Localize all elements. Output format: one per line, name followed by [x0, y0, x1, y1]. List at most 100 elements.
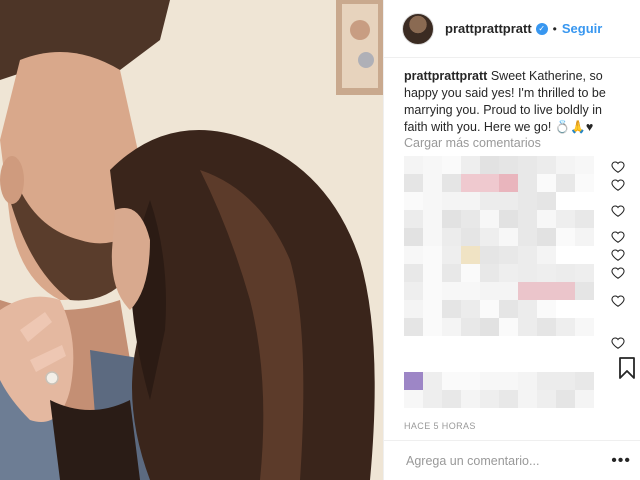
- blur-cell: [442, 228, 461, 246]
- username-link[interactable]: prattprattpratt: [445, 21, 532, 36]
- blur-cell: [537, 210, 556, 228]
- blur-cell: [461, 354, 480, 372]
- blur-cell: [480, 390, 499, 408]
- heart-outline-icon[interactable]: [611, 294, 625, 308]
- blur-cell: [556, 264, 575, 282]
- blur-cell: [499, 192, 518, 210]
- blur-cell: [461, 156, 480, 174]
- heart-outline-icon[interactable]: [611, 248, 625, 262]
- post-header: prattprattpratt ✓ • Seguir: [384, 0, 640, 58]
- blur-cell: [556, 336, 575, 354]
- blur-cell: [575, 300, 594, 318]
- blur-cell: [537, 318, 556, 336]
- blur-cell: [556, 156, 575, 174]
- blur-cell: [518, 192, 537, 210]
- more-options-button[interactable]: •••: [611, 452, 631, 470]
- post-timestamp: HACE 5 HORAS: [404, 421, 476, 431]
- blur-cell: [556, 228, 575, 246]
- blur-cell: [442, 174, 461, 192]
- blur-cell: [480, 228, 499, 246]
- blur-cell: [537, 264, 556, 282]
- blur-cell: [499, 174, 518, 192]
- blur-cell: [556, 300, 575, 318]
- blur-cell: [423, 156, 442, 174]
- comments-list: [404, 156, 625, 418]
- heart-outline-icon[interactable]: [611, 204, 625, 218]
- blur-cell: [575, 390, 594, 408]
- blur-cell: [575, 372, 594, 390]
- blur-cell: [404, 174, 423, 192]
- blur-cell: [423, 336, 442, 354]
- blur-cell: [537, 300, 556, 318]
- blur-cell: [404, 210, 423, 228]
- blur-cell: [404, 318, 423, 336]
- blur-cell: [423, 372, 442, 390]
- blur-cell: [499, 372, 518, 390]
- comment-input[interactable]: [404, 452, 612, 469]
- avatar[interactable]: [402, 12, 434, 45]
- blur-cell: [442, 282, 461, 300]
- blur-cell: [537, 156, 556, 174]
- blur-cell: [518, 372, 537, 390]
- blur-cell: [499, 282, 518, 300]
- blur-cell: [404, 282, 423, 300]
- blur-cell: [461, 372, 480, 390]
- blur-cell: [480, 174, 499, 192]
- blur-cell: [423, 264, 442, 282]
- blur-cell: [518, 282, 537, 300]
- blur-cell: [556, 282, 575, 300]
- blur-cell: [442, 264, 461, 282]
- blur-cell: [556, 246, 575, 264]
- blur-cell: [461, 390, 480, 408]
- blur-cell: [461, 282, 480, 300]
- blur-cell: [537, 372, 556, 390]
- heart-outline-icon[interactable]: [611, 266, 625, 280]
- post-photo[interactable]: [0, 0, 383, 480]
- bookmark-icon[interactable]: [618, 357, 636, 379]
- blur-cell: [442, 156, 461, 174]
- verified-check-icon: ✓: [535, 22, 548, 35]
- blur-cell: [518, 390, 537, 408]
- blur-cell: [499, 354, 518, 372]
- blur-cell: [518, 156, 537, 174]
- separator-dot: •: [552, 21, 557, 36]
- heart-outline-icon[interactable]: [611, 178, 625, 192]
- load-more-comments-button[interactable]: Cargar más comentarios: [404, 136, 541, 150]
- blur-cell: [480, 372, 499, 390]
- blur-cell: [499, 336, 518, 354]
- blur-cell: [423, 210, 442, 228]
- blur-cell: [537, 174, 556, 192]
- blur-cell: [423, 300, 442, 318]
- photo-illustration: [0, 0, 383, 480]
- blur-cell: [461, 318, 480, 336]
- blur-cell: [423, 282, 442, 300]
- follow-button[interactable]: Seguir: [562, 21, 602, 36]
- blur-cell: [537, 390, 556, 408]
- blur-cell: [556, 372, 575, 390]
- blur-cell: [480, 282, 499, 300]
- blur-cell: [575, 354, 594, 372]
- blur-cell: [556, 192, 575, 210]
- blur-cell: [499, 228, 518, 246]
- blur-cell: [499, 264, 518, 282]
- blur-cell: [480, 318, 499, 336]
- blur-cell: [404, 156, 423, 174]
- blur-cell: [480, 354, 499, 372]
- heart-outline-icon[interactable]: [611, 230, 625, 244]
- caption-username[interactable]: prattprattpratt: [404, 69, 487, 83]
- blur-cell: [442, 246, 461, 264]
- heart-outline-icon[interactable]: [611, 336, 625, 350]
- blur-cell: [518, 264, 537, 282]
- blur-cell: [461, 336, 480, 354]
- blur-cell: [556, 210, 575, 228]
- blur-cell: [423, 246, 442, 264]
- blur-cell: [404, 228, 423, 246]
- blur-cell: [442, 336, 461, 354]
- blur-cell: [423, 228, 442, 246]
- blur-cell: [404, 192, 423, 210]
- blur-cell: [575, 228, 594, 246]
- blur-cell: [575, 210, 594, 228]
- blur-cell: [556, 390, 575, 408]
- heart-outline-icon[interactable]: [611, 160, 625, 174]
- blur-cell: [442, 390, 461, 408]
